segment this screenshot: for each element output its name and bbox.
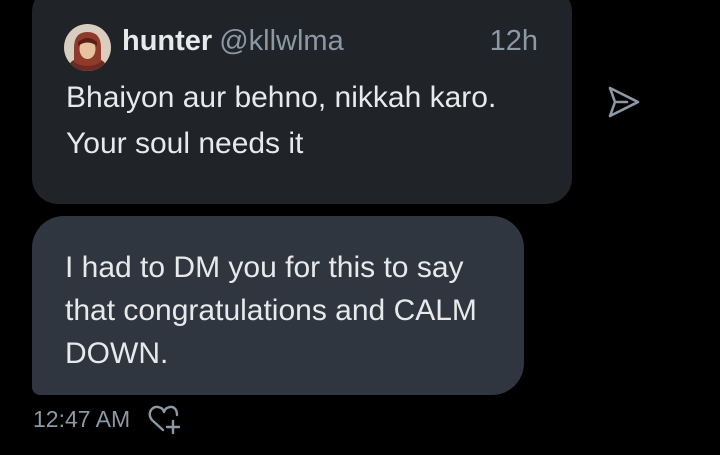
message-timestamp: 12:47 AM bbox=[33, 406, 131, 432]
message-text: I had to DM you for this to say that con… bbox=[65, 251, 477, 370]
message-bubble[interactable]: I had to DM you for this to say that con… bbox=[32, 216, 524, 395]
author-name[interactable]: hunter bbox=[122, 25, 212, 57]
author-line[interactable]: hunter @kllwlma bbox=[122, 23, 344, 59]
add-reaction-heart-icon[interactable] bbox=[146, 402, 182, 436]
quoted-post-text: Bhaiyon aur behno, nikkah karo. Your sou… bbox=[66, 81, 497, 160]
avatar-image bbox=[64, 24, 111, 71]
quoted-post-card[interactable]: hunter @kllwlma 12h Bhaiyon aur behno, ni… bbox=[32, 0, 572, 204]
send-icon[interactable] bbox=[603, 82, 643, 122]
post-time: 12h bbox=[489, 25, 538, 57]
author-avatar[interactable] bbox=[64, 24, 111, 71]
author-handle[interactable]: @kllwlma bbox=[219, 25, 344, 57]
